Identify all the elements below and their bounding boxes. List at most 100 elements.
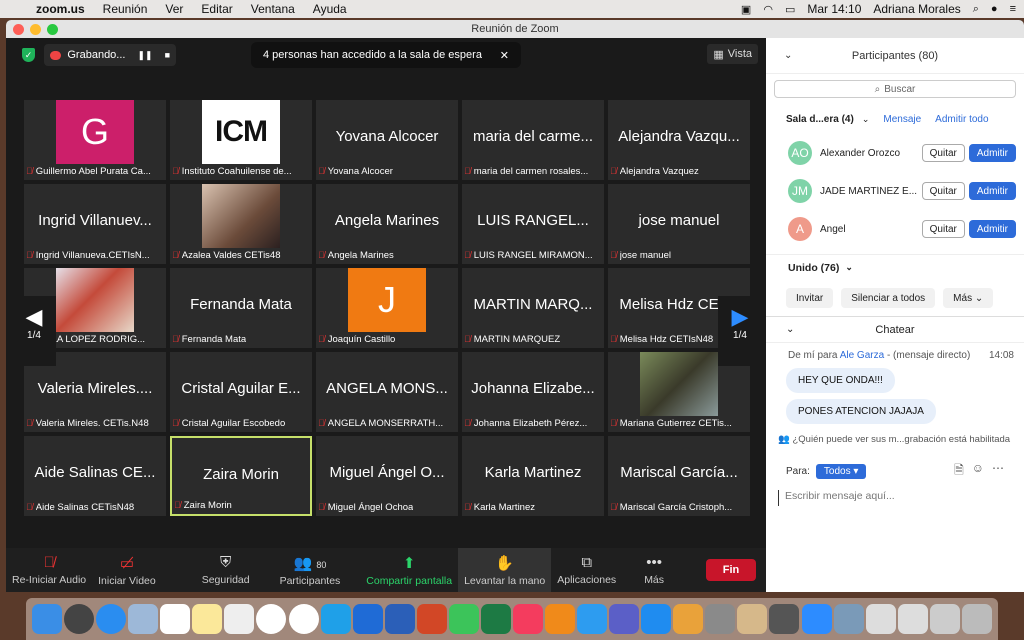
joined-header[interactable]: Unido (76) ⌄ bbox=[766, 254, 1024, 280]
trash-icon[interactable] bbox=[961, 604, 992, 634]
shield-icon[interactable]: ✓ bbox=[22, 48, 35, 62]
participant-tile[interactable]: MARTIN MARQ... 🎙̸ MARTIN MARQUEZ bbox=[462, 268, 604, 348]
menu-ayuda[interactable]: Ayuda bbox=[313, 2, 347, 16]
stop-recording-icon[interactable]: ■ bbox=[165, 50, 170, 60]
menu-ventana[interactable]: Ventana bbox=[251, 2, 295, 16]
view-button[interactable]: ▦ Vista bbox=[707, 44, 758, 64]
security-button[interactable]: ⛨ Seguridad bbox=[196, 548, 256, 592]
finder-icon[interactable] bbox=[32, 604, 62, 634]
chrome-icon[interactable] bbox=[288, 604, 319, 634]
remove-button[interactable]: Quitar bbox=[921, 220, 965, 238]
share-screen-button[interactable]: ⬆ Compartir pantalla bbox=[360, 548, 458, 592]
participant-tile[interactable]: Zaira Morin 🎙̸ Zaira Morin bbox=[170, 436, 312, 516]
waiting-row[interactable]: A Angel Quitar Admitir bbox=[766, 210, 1024, 248]
meta-recipient[interactable]: Ale Garza bbox=[840, 350, 884, 361]
participant-tile[interactable]: LUIS RANGEL... 🎙̸ LUIS RANGEL MIRAMON... bbox=[462, 184, 604, 264]
pages-icon[interactable] bbox=[673, 604, 704, 634]
onedrive-icon[interactable] bbox=[577, 604, 608, 634]
participant-tile[interactable]: G 🎙̸ Guillermo Abel Purata Ca... bbox=[24, 100, 166, 180]
vpn-icon[interactable] bbox=[352, 604, 383, 634]
books-icon[interactable] bbox=[545, 604, 575, 634]
participant-tile[interactable]: Miguel Ángel O... 🎙̸ Miguel Ángel Ochoa bbox=[316, 436, 458, 516]
notes-icon[interactable] bbox=[192, 604, 223, 634]
participant-tile[interactable]: jose manuel 🎙̸ jose manuel bbox=[608, 184, 750, 264]
end-meeting-button[interactable]: Fin bbox=[706, 559, 756, 581]
participant-tile[interactable]: Yovana Alcocer 🎙̸ Yovana Alcocer bbox=[316, 100, 458, 180]
recording-notice[interactable]: 👥 ¿Quién puede ver sus m...grabación est… bbox=[766, 424, 1024, 445]
participants-button[interactable]: 👥 80 Participantes bbox=[274, 548, 347, 592]
preview-icon[interactable] bbox=[128, 604, 159, 634]
siri-icon[interactable]: ● bbox=[991, 3, 998, 15]
teams-icon[interactable] bbox=[609, 604, 640, 634]
admit-button[interactable]: Admitir bbox=[968, 220, 1016, 238]
next-page-button[interactable]: ▶ 1/4 bbox=[718, 296, 762, 366]
participant-tile[interactable]: Karla Martinez 🎙̸ Karla Martinez bbox=[462, 436, 604, 516]
messages-icon[interactable] bbox=[320, 604, 351, 634]
search-icon[interactable]: ⌕ bbox=[973, 3, 979, 16]
chat-input[interactable]: Escribir mensaje aquí... bbox=[778, 490, 1012, 506]
menu-app[interactable]: zoom.us bbox=[36, 2, 85, 16]
participant-tile[interactable]: maria del carme... 🎙̸ maria del carmen ros… bbox=[462, 100, 604, 180]
calendar-icon[interactable] bbox=[160, 604, 191, 634]
safari-icon[interactable] bbox=[96, 604, 127, 634]
window-thumbnail-3[interactable] bbox=[929, 604, 960, 634]
wifi-icon[interactable]: ◠ bbox=[763, 3, 773, 16]
raise-hand-button[interactable]: ✋ Levantar la mano bbox=[458, 548, 552, 592]
facetime-icon[interactable] bbox=[448, 604, 479, 634]
window-thumbnail-1[interactable] bbox=[865, 604, 896, 634]
more-button[interactable]: ••• Más bbox=[638, 548, 670, 592]
menu-reunion[interactable]: Reunión bbox=[103, 2, 148, 16]
admit-button[interactable]: Admitir bbox=[968, 182, 1016, 200]
panel-more-button[interactable]: Más ⌄ bbox=[943, 288, 994, 308]
waiting-row[interactable]: AO Alexander Orozco Quitar Admitir bbox=[766, 134, 1024, 172]
chevron-down-icon[interactable]: ⌄ bbox=[862, 114, 870, 125]
window-thumbnail-2[interactable] bbox=[897, 604, 928, 634]
photos-icon[interactable] bbox=[256, 604, 287, 634]
siri-icon[interactable] bbox=[64, 604, 95, 634]
waiting-row[interactable]: JM JADE MARTÍNEZ E... Quitar Admitir bbox=[766, 172, 1024, 210]
menu-editar[interactable]: Editar bbox=[201, 2, 232, 16]
video-button[interactable]: ▭̸ Iniciar Video bbox=[92, 548, 162, 592]
camera-icon[interactable]: ▣ bbox=[741, 3, 751, 16]
participant-tile[interactable]: Mariscal García... 🎙̸ Mariscal García Cris… bbox=[608, 436, 750, 516]
excel-icon[interactable] bbox=[480, 604, 511, 634]
participant-tile[interactable]: Cristal Aguilar E... 🎙̸ Cristal Aguilar Es… bbox=[170, 352, 312, 432]
contacts-icon[interactable] bbox=[224, 604, 255, 634]
app-store-icon[interactable] bbox=[641, 604, 672, 634]
admit-all-link[interactable]: Admitir todo bbox=[935, 114, 988, 125]
emoji-icon[interactable]: ☺ bbox=[972, 461, 984, 482]
clock[interactable]: Mar 14:10 bbox=[807, 2, 861, 16]
participant-tile[interactable]: Ingrid Villanuev... 🎙̸ Ingrid Villanueva.C… bbox=[24, 184, 166, 264]
mail-icon[interactable] bbox=[833, 604, 864, 634]
user-name[interactable]: Adriana Morales bbox=[873, 2, 960, 16]
search-input[interactable]: ⌕ Buscar bbox=[774, 80, 1016, 98]
participant-tile[interactable]: Johanna Elizabe... 🎙̸ Johanna Elizabeth Pé… bbox=[462, 352, 604, 432]
audio-button[interactable]: 🎙̸ Re-Iniciar Audio bbox=[6, 548, 92, 592]
zoom-icon[interactable] bbox=[801, 604, 832, 634]
participant-tile[interactable]: Alejandra Vazqu... 🎙̸ Alejandra Vazquez bbox=[608, 100, 750, 180]
music-icon[interactable] bbox=[512, 604, 543, 634]
message-link[interactable]: Mensaje bbox=[883, 114, 921, 125]
participant-tile[interactable]: J 🎙̸ Joaquín Castillo bbox=[316, 268, 458, 348]
invite-button[interactable]: Invitar bbox=[786, 288, 834, 308]
system-preferences-icon[interactable] bbox=[705, 604, 736, 634]
battery-icon[interactable]: ▭ bbox=[785, 3, 795, 16]
participant-tile[interactable]: ANGELA MONS... 🎙̸ ANGELA MONSERRATH... bbox=[316, 352, 458, 432]
remove-button[interactable]: Quitar bbox=[921, 182, 965, 200]
participant-tile[interactable]: Aide Salinas CE... 🎙̸ Aide Salinas CETisN4… bbox=[24, 436, 166, 516]
prev-page-button[interactable]: ◀ 1/4 bbox=[12, 296, 56, 366]
remove-button[interactable]: Quitar bbox=[921, 144, 965, 162]
powerpoint-icon[interactable] bbox=[416, 604, 447, 634]
participant-tile[interactable]: 🎙̸ Azalea Valdes CETis48 bbox=[170, 184, 312, 264]
participant-tile[interactable]: Angela Marines 🎙̸ Angela Marines bbox=[316, 184, 458, 264]
file-icon[interactable]: 🗎 bbox=[954, 461, 964, 482]
pause-recording-icon[interactable]: ❚❚ bbox=[137, 50, 152, 61]
admit-button[interactable]: Admitir bbox=[968, 144, 1016, 162]
garageband-icon[interactable] bbox=[737, 604, 768, 634]
ellipsis-icon[interactable]: ⋯ bbox=[992, 461, 1004, 482]
word-icon[interactable] bbox=[384, 604, 415, 634]
recipient-dropdown[interactable]: Todos ▾ bbox=[815, 464, 867, 479]
control-center-icon[interactable]: ≡ bbox=[1010, 3, 1016, 15]
mute-all-button[interactable]: Silenciar a todos bbox=[841, 288, 936, 308]
participant-tile[interactable]: ICM 🎙̸ Instituto Coahuilense de... bbox=[170, 100, 312, 180]
